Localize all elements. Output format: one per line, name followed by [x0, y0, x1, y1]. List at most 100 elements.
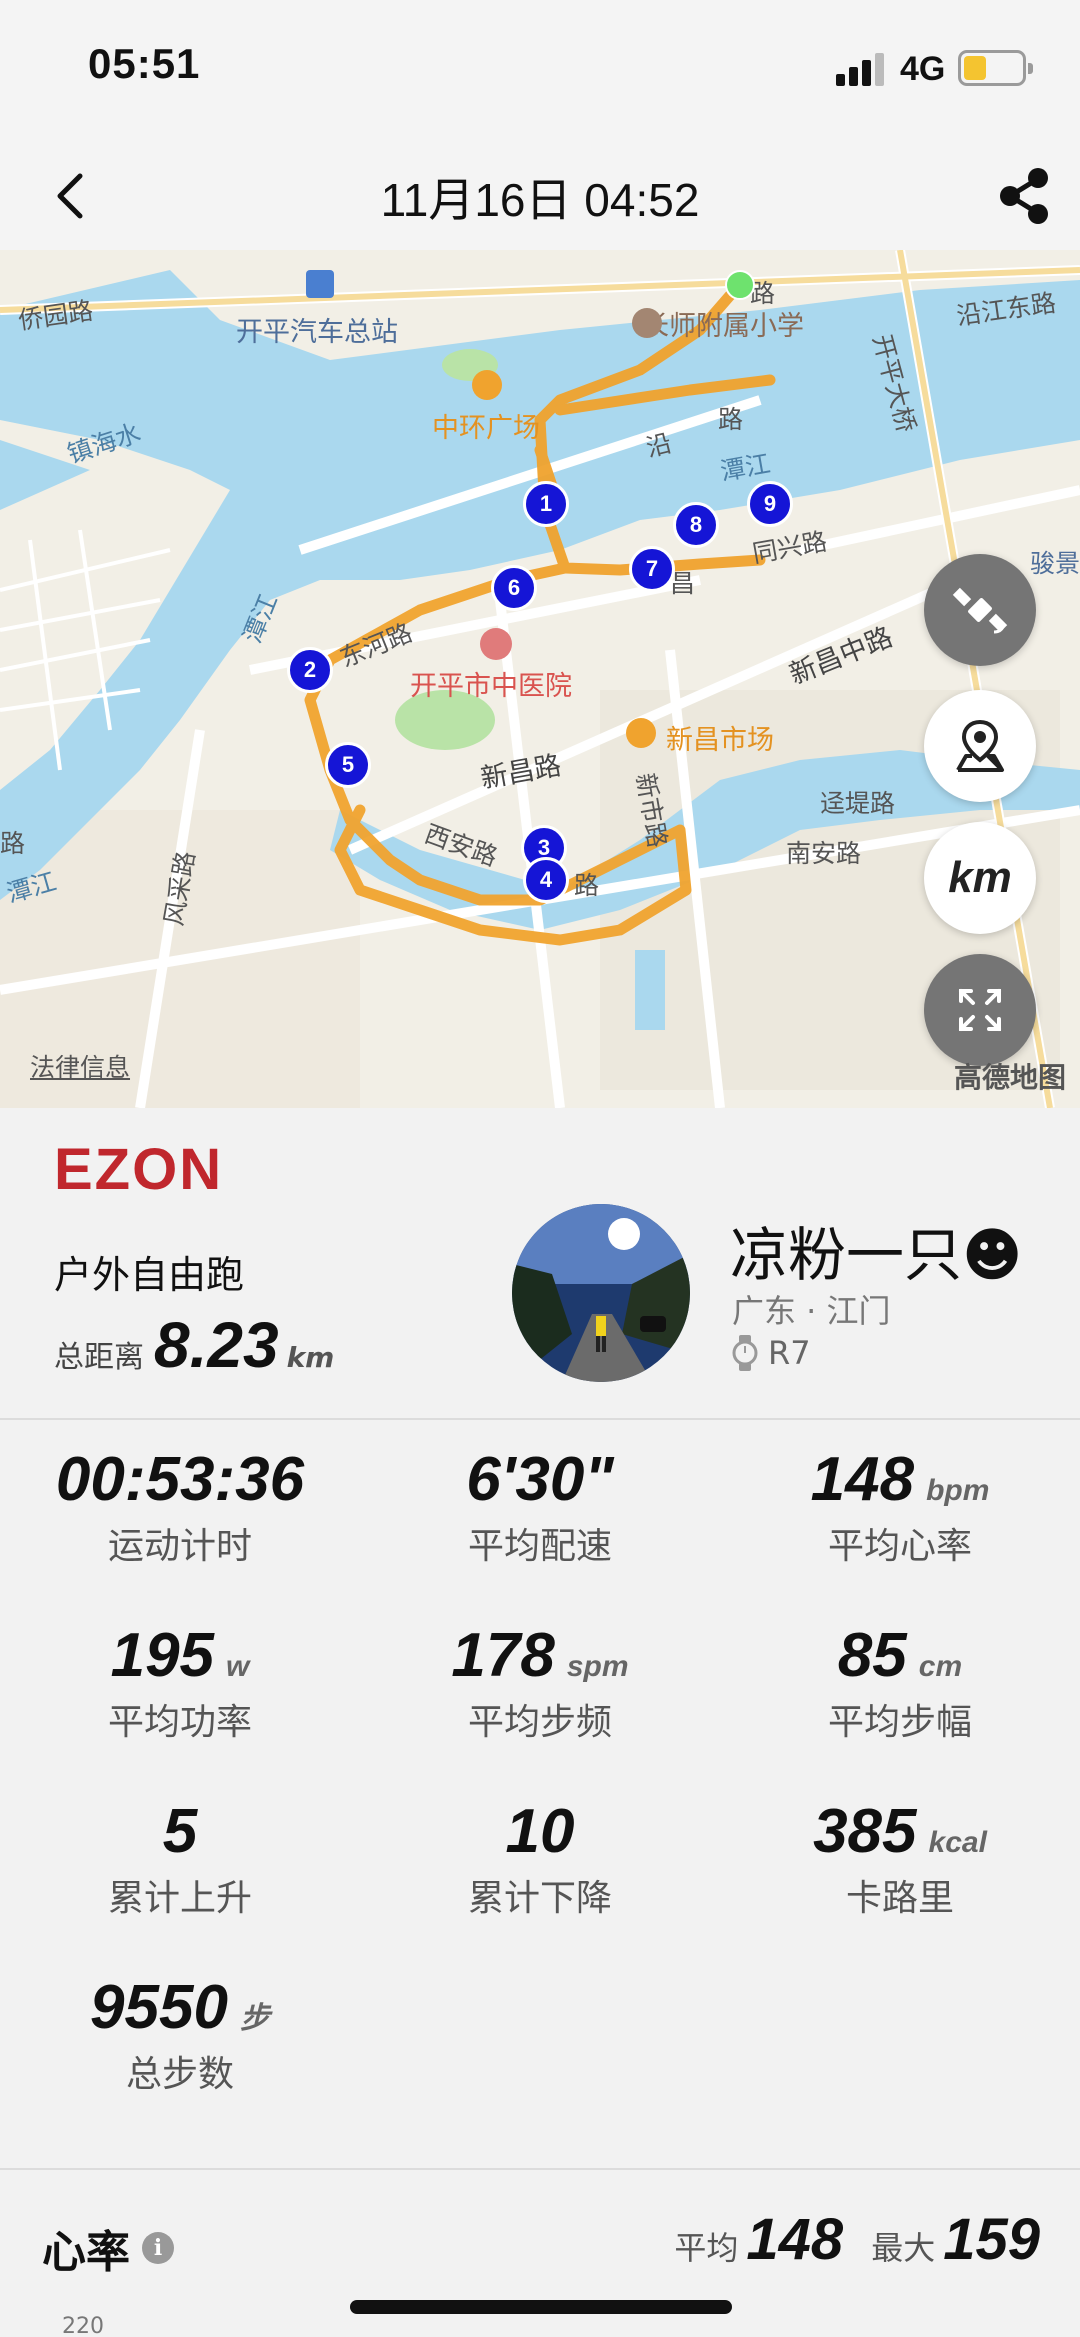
locate-button[interactable] — [924, 690, 1036, 802]
metric-value: 10 — [505, 1797, 575, 1866]
page-title: 11月16日 04:52 — [380, 174, 700, 226]
metric-label: 累计下降 — [467, 1878, 612, 1919]
map-label: 南安路 — [786, 839, 862, 868]
hr-max-value: 159 — [943, 2207, 1040, 2272]
km-marker[interactable]: 5 — [325, 742, 371, 788]
fullscreen-button[interactable] — [924, 954, 1036, 1066]
hr-max-label: 最大 — [871, 2229, 936, 2267]
km-marker[interactable]: 6 — [491, 565, 537, 611]
metric-pace: 6'30" 平均配速 — [360, 1444, 720, 1569]
satellite-toggle-button[interactable] — [924, 554, 1036, 666]
user-location: 广东 · 江门 — [732, 1292, 891, 1330]
metric-calories: 385 kcal 卡路里 — [720, 1796, 1080, 1921]
hr-avg-value: 148 — [746, 2207, 844, 2272]
map-label: 路 — [574, 871, 600, 900]
km-marker[interactable]: 1 — [523, 481, 569, 527]
metric-unit: 步 — [239, 2002, 270, 2035]
metric-label: 平均心率 — [827, 1526, 972, 1567]
metric-value: 9550 — [90, 1973, 228, 2042]
metric-label: 卡路里 — [845, 1878, 954, 1919]
home-indicator[interactable] — [350, 2300, 732, 2314]
total-distance: 总距离 8.23 km — [54, 1308, 334, 1382]
metric-value: 385 — [813, 1797, 917, 1866]
metric-value: 6'30" — [466, 1445, 614, 1514]
header: 11月16日 04:52 — [0, 140, 1080, 250]
hr-avg-label: 平均 — [674, 2229, 739, 2267]
metric-value: 195 — [110, 1621, 215, 1690]
metric-value: 148 — [810, 1445, 915, 1514]
school-icon — [632, 308, 662, 338]
map-label: 新昌市场 — [666, 725, 774, 756]
device-model: R7 — [768, 1334, 811, 1372]
metric-label: 平均功率 — [107, 1702, 252, 1743]
network-type: 4G — [900, 50, 946, 88]
market-icon — [626, 718, 656, 748]
hospital-icon — [480, 628, 512, 660]
metric-steps: 9550 步 总步数 — [0, 1972, 360, 2097]
brand-logo: EZON — [54, 1137, 224, 1202]
metric-label: 运动计时 — [107, 1526, 252, 1567]
info-icon[interactable]: i — [142, 2232, 174, 2264]
metric-label: 平均步幅 — [827, 1702, 972, 1743]
bus-icon — [306, 270, 334, 298]
mall-icon — [472, 370, 502, 400]
sport-type: 户外自由跑 — [54, 1253, 245, 1297]
user-name: 凉粉一只☻ — [730, 1221, 1023, 1289]
km-marker[interactable]: 2 — [287, 647, 333, 693]
map-label: 路 — [0, 829, 26, 858]
metric-unit: cm — [918, 1650, 963, 1683]
km-marker[interactable]: 9 — [747, 481, 793, 527]
metric-unit: w — [226, 1650, 250, 1683]
status-time: 05:51 — [88, 40, 201, 87]
km-marker[interactable]: 7 — [629, 546, 675, 592]
metric-heart-rate: 148 bpm 平均心率 — [720, 1444, 1080, 1569]
battery-icon — [958, 50, 1033, 86]
divider — [0, 2168, 1080, 2170]
metric-descent: 10 累计下降 — [360, 1796, 720, 1921]
share-button[interactable] — [988, 160, 1058, 230]
map-label: 开平汽车总站 — [236, 317, 398, 348]
distance-value: 8.23 — [154, 1309, 279, 1381]
metric-unit: kcal — [928, 1826, 987, 1859]
heart-rate-stats: 平均 148 最大 159 — [646, 2206, 1040, 2273]
metric-unit: spm — [566, 1650, 629, 1683]
metric-value: 178 — [451, 1621, 555, 1690]
avatar-photo — [512, 1204, 690, 1382]
map-provider-logo: 高德地图 — [953, 1061, 1066, 1094]
legal-info-link[interactable]: 法律信息 — [30, 1048, 130, 1084]
map-label: 长师附属小学 — [642, 311, 804, 342]
watch-icon — [732, 1335, 758, 1371]
metric-label: 总步数 — [125, 2054, 234, 2095]
metric-label: 平均步频 — [467, 1702, 612, 1743]
map-label: 路 — [718, 405, 744, 434]
share-icon — [1000, 168, 1048, 224]
satellite-icon — [952, 587, 1008, 634]
metric-power: 195 w 平均功率 — [0, 1620, 360, 1745]
km-marker[interactable]: 8 — [673, 502, 719, 548]
heart-rate-title: 心率 i — [42, 2216, 174, 2280]
device-info: R7 — [730, 1334, 811, 1372]
metric-label: 累计上升 — [107, 1878, 252, 1919]
metric-ascent: 5 累计上升 — [0, 1796, 360, 1921]
unit-toggle-button[interactable]: km — [924, 822, 1036, 934]
metrics-grid: 00:53:36 运动计时 6'30" 平均配速 148 bpm 平均心率 195… — [0, 1420, 1080, 2170]
metric-label: 平均配速 — [467, 1526, 612, 1567]
metric-unit: bpm — [926, 1474, 990, 1507]
distance-label: 总距离 — [54, 1340, 144, 1375]
heart-rate-title-text: 心率 — [42, 2227, 130, 2278]
avatar[interactable] — [512, 1204, 690, 1382]
km-marker[interactable]: 4 — [523, 857, 569, 903]
metric-value: 5 — [162, 1797, 198, 1866]
unit-label: km — [948, 853, 1012, 902]
route-map[interactable]: 侨园路 开平汽车总站 长师附属小学 沿江东路 开平大桥 镇海水 中环广场 潭江 … — [0, 250, 1080, 1108]
map-label: 开平市中医院 — [410, 671, 572, 702]
metric-value: 00:53:36 — [55, 1445, 305, 1514]
status-bar: 05:51 4G — [0, 0, 1080, 140]
route-start-dot — [725, 270, 755, 300]
signal-icon — [836, 52, 886, 86]
distance-unit: km — [286, 1341, 335, 1374]
map-label: 中环广场 — [432, 413, 540, 444]
metric-stride: 85 cm 平均步幅 — [720, 1620, 1080, 1745]
map-label: 迳堤路 — [820, 789, 896, 818]
metric-value: 85 — [837, 1621, 907, 1690]
